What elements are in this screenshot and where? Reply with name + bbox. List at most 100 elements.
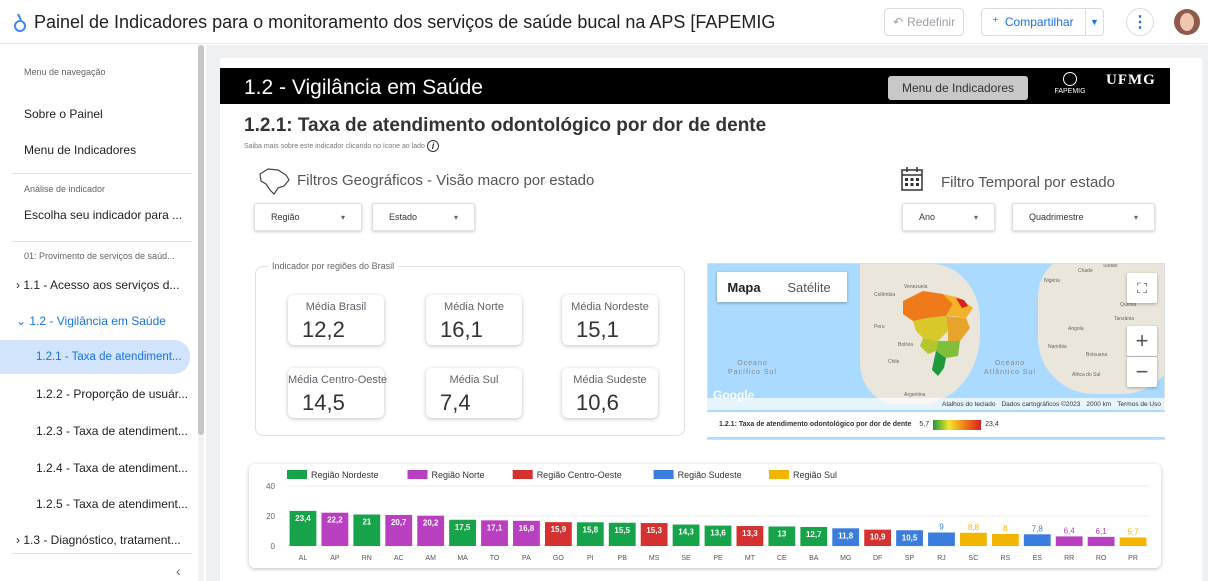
legend-label: Região Sudeste (678, 470, 742, 480)
avg-value: 15,1 (576, 317, 619, 342)
divider (12, 241, 192, 242)
x-tick-label: AM (425, 555, 436, 562)
x-tick-label: SP (905, 555, 915, 562)
undo-icon: ↶ (893, 15, 904, 29)
data-label: 7,8 (1032, 524, 1044, 533)
data-label: 8 (1003, 524, 1008, 533)
sidebar-item-1-2-3[interactable]: 1.2.3 - Taxa de atendiment... (0, 424, 190, 438)
y-tick-label: 40 (266, 482, 275, 491)
more-options-icon[interactable]: ⋮ (1126, 8, 1154, 36)
sidebar-item-menu[interactable]: Menu de Indicadores (0, 143, 190, 157)
map-legend-max: 23,4 (985, 421, 999, 428)
place-label: Chade (1078, 268, 1093, 274)
x-tick-label: RN (362, 555, 372, 562)
sidebar-item-1-2-5[interactable]: 1.2.5 - Taxa de atendiment... (0, 497, 190, 511)
data-label: 22,2 (327, 516, 343, 525)
bar[interactable] (928, 532, 955, 547)
calendar-icon (901, 167, 923, 191)
x-tick-label: RS (1000, 555, 1010, 562)
share-dropdown-icon[interactable]: ▼ (1085, 9, 1103, 35)
info-icon[interactable]: i (426, 140, 439, 152)
chevron-down-icon: ▾ (1133, 213, 1138, 222)
data-label: 6,4 (1064, 526, 1076, 535)
x-tick-label: SC (969, 555, 979, 562)
section-caption: 01: Provimento de serviços de saúd... (24, 251, 175, 261)
place-label: Sudão (1103, 263, 1118, 269)
state-dropdown[interactable]: Estado ▾ (372, 203, 475, 231)
sidebar-item-about[interactable]: Sobre o Painel (0, 107, 190, 121)
map-legend-gradient (933, 419, 982, 430)
sidebar-item-1-2-1[interactable]: 1.2.1 - Taxa de atendiment... (0, 340, 190, 374)
bar[interactable] (1119, 537, 1147, 546)
tab-satellite[interactable]: Satélite (771, 272, 847, 302)
sidebar-group-1-3[interactable]: › 1.3 - Diagnóstico, tratament... (0, 533, 190, 547)
sidebar-item-choose[interactable]: Escolha seu indicador para ... (0, 208, 190, 222)
map-brazil-states (903, 291, 973, 376)
top-bar: Painel de Indicadores para o monitoramen… (0, 0, 1208, 44)
quadrimester-dropdown[interactable]: Quadrimestre ▾ (1012, 203, 1155, 231)
map-scale: 2000 km (1086, 400, 1112, 408)
menu-indicators-button[interactable]: Menu de Indicadores (888, 76, 1028, 100)
x-tick-label: BA (809, 555, 819, 562)
ocean-atlantic-label: Oceano Atlântico Sul (984, 360, 1036, 376)
bar[interactable] (1055, 536, 1083, 546)
map-type-tabs: Mapa Satélite (717, 272, 847, 302)
share-button[interactable]: ⁺ Compartilhar ▼ (981, 8, 1104, 36)
quadrimester-dropdown-label: Quadrimestre (1029, 212, 1084, 222)
tab-map[interactable]: Mapa (717, 272, 771, 302)
sidebar-group-1-1[interactable]: › 1.1 - Acesso aos serviços d... (0, 278, 190, 292)
region-dropdown[interactable]: Região ▾ (254, 203, 362, 231)
bar[interactable] (1087, 536, 1115, 546)
data-label: 13 (777, 530, 786, 539)
x-tick-label: PR (1128, 555, 1138, 562)
map-data-credit: Dados cartográficos ©2023 (1001, 400, 1081, 408)
geo-filter-title: Filtros Geográficos - Visão macro por es… (297, 172, 595, 189)
avg-card-centro-oeste: Média Centro-Oeste 14,5 (288, 368, 387, 418)
bar[interactable] (1023, 534, 1051, 546)
y-tick-label: 0 (271, 542, 276, 551)
avatar[interactable] (1174, 9, 1200, 35)
sidebar-item-1-2-2[interactable]: 1.2.2 - Proporção de usuár... (0, 387, 190, 401)
avg-card-nordeste: Média Nordeste 15,1 (562, 295, 658, 345)
avg-value: 12,2 (302, 317, 345, 342)
place-label: Botsuana (1086, 352, 1108, 358)
legend-swatch (653, 470, 674, 479)
legend-label: Região Centro-Oeste (537, 470, 622, 480)
x-tick-label: MT (745, 555, 756, 562)
x-tick-label: RJ (937, 555, 946, 562)
zoom-in-icon[interactable]: + (1127, 326, 1157, 356)
data-label: 13,6 (710, 529, 726, 538)
chevron-down-icon: ▾ (453, 213, 458, 222)
terms-link[interactable]: Termos de Uso (1117, 401, 1161, 408)
zoom-out-icon[interactable]: − (1127, 357, 1157, 387)
data-label: 10,5 (902, 533, 918, 542)
fullscreen-icon[interactable]: ⛶ (1127, 273, 1157, 303)
bar[interactable] (959, 532, 987, 546)
collapse-sidebar-icon[interactable]: ‹ (176, 563, 181, 579)
chevron-down-icon: ▾ (973, 213, 978, 222)
sidebar-item-1-2-4[interactable]: 1.2.4 - Taxa de atendiment... (0, 461, 190, 475)
keyboard-shortcuts-link[interactable]: Atalhos do teclado (942, 401, 995, 408)
bar[interactable] (991, 534, 1019, 546)
bar-chart: 0 20 40 Região Nordeste Região Norte Região C… (266, 470, 1149, 562)
x-tick-label: AL (299, 555, 308, 562)
x-tick-label: SE (681, 555, 691, 562)
year-dropdown[interactable]: Ano ▾ (902, 203, 995, 231)
nav-caption: Menu de navegação (24, 67, 106, 77)
region-dropdown-label: Região (271, 212, 300, 222)
indicator-subtitle: Saiba mais sobre este indicador clicando… (244, 140, 439, 152)
sidebar-scroll-thumb[interactable] (198, 45, 204, 435)
sidebar-group-1-2[interactable]: ⌄ 1.2 - Vigilância em Saúde (0, 314, 190, 328)
data-label: 13,3 (742, 529, 758, 538)
avg-label: Média Sul (449, 374, 499, 386)
reset-label: Redefinir (907, 15, 956, 29)
reset-button[interactable]: ↶ Redefinir (884, 8, 965, 36)
x-tick-label: GO (553, 555, 564, 562)
x-tick-label: PE (713, 555, 723, 562)
avg-card-sudeste: Média Sudeste 10,6 (562, 368, 658, 418)
place-label: África do Sul (1072, 372, 1101, 378)
legend-swatch (407, 470, 428, 479)
legend-swatch (512, 470, 533, 479)
data-label: 6,1 (1096, 527, 1108, 536)
indicator-title: 1.2.1: Taxa de atendimento odontológico … (244, 115, 767, 136)
